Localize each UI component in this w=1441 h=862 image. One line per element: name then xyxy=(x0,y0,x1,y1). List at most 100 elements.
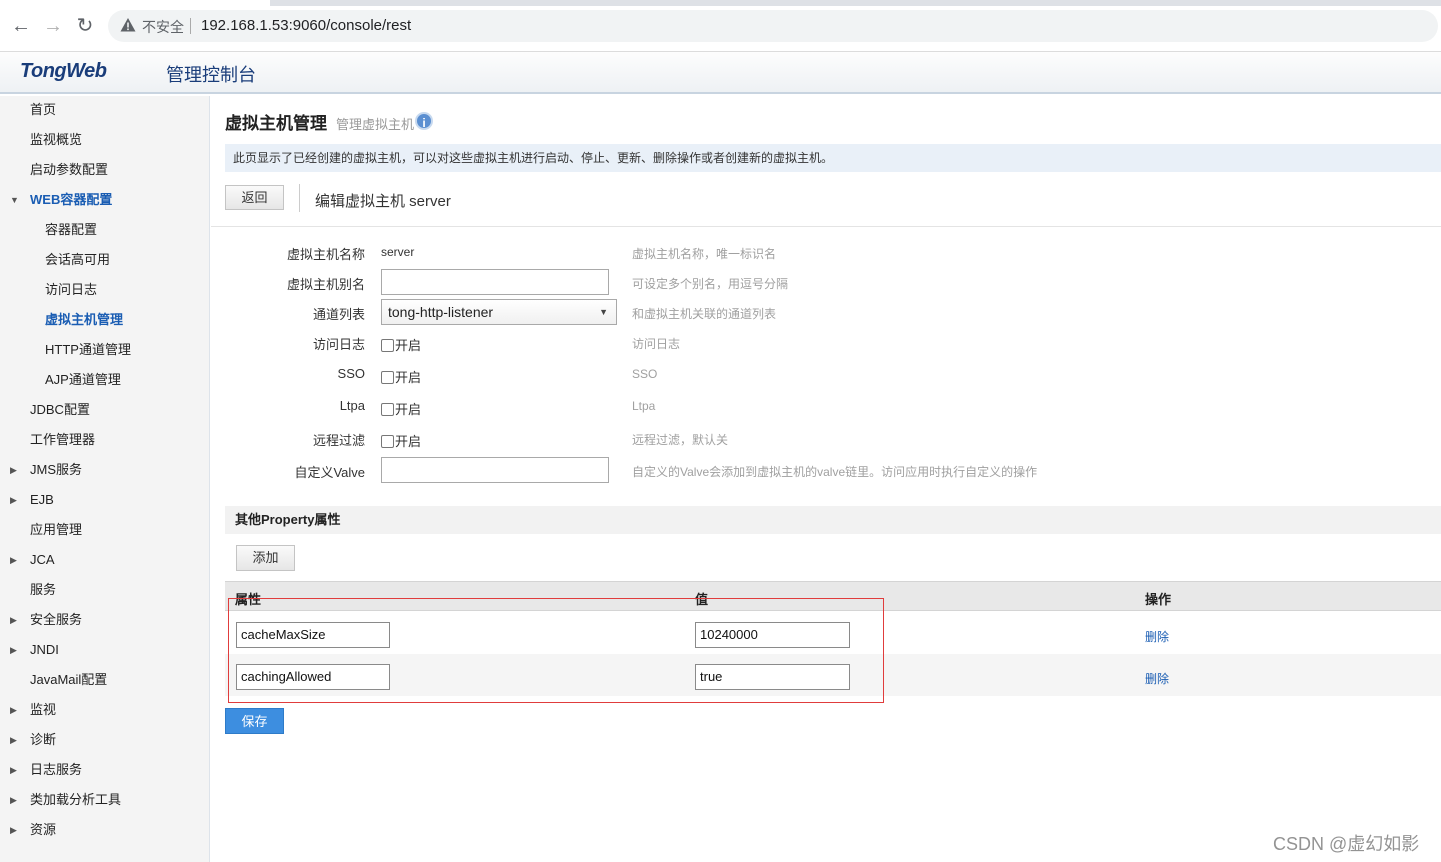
alias-input[interactable] xyxy=(381,269,609,295)
property-key-input[interactable]: cachingAllowed xyxy=(236,664,390,690)
collapse-arrow-icon[interactable]: ▶ xyxy=(10,786,17,814)
collapse-arrow-icon[interactable]: ▶ xyxy=(10,696,17,724)
property-table-header: 属性 值 操作 xyxy=(225,581,1441,611)
property-value-input[interactable]: true xyxy=(695,664,850,690)
sidebar-item[interactable]: ▶ JMS服务 xyxy=(0,456,209,484)
delete-link[interactable]: 删除 xyxy=(1145,628,1169,645)
accesslog-checkbox[interactable]: 开启 xyxy=(381,335,422,353)
sidebar-item[interactable]: 监视概览 xyxy=(0,126,209,154)
ltpa-checkbox[interactable]: 开启 xyxy=(381,399,422,417)
sidebar-item[interactable]: ▶ 日志服务 xyxy=(0,756,209,784)
sidebar-item[interactable]: AJP通道管理 xyxy=(0,366,209,394)
sidebar-item-label: 虚拟主机管理 xyxy=(45,312,124,327)
save-button[interactable]: 保存 xyxy=(225,708,284,734)
sidebar-item-label: 资源 xyxy=(30,822,57,837)
sidebar-item[interactable]: 首页 xyxy=(0,96,209,124)
sidebar-item[interactable]: 容器配置 xyxy=(0,216,209,244)
sidebar-item[interactable]: 服务 xyxy=(0,576,209,604)
add-property-button[interactable]: 添加 xyxy=(236,545,295,571)
accesslog-check-label: 开启 xyxy=(395,338,422,353)
sidebar-item-label: 工作管理器 xyxy=(30,432,96,447)
remote-filter-checkbox[interactable]: 开启 xyxy=(381,431,422,449)
collapse-arrow-icon[interactable]: ▶ xyxy=(10,816,17,844)
checkbox-box[interactable] xyxy=(381,339,394,352)
sidebar-item[interactable]: ▶ EJB xyxy=(0,486,209,514)
checkbox-box[interactable] xyxy=(381,403,394,416)
sidebar-item-label: AJP通道管理 xyxy=(45,372,121,387)
sidebar-item-label: 监视概览 xyxy=(30,132,83,147)
collapse-arrow-icon[interactable]: ▶ xyxy=(10,546,17,574)
page-description: 此页显示了已经创建的虚拟主机，可以对这些虚拟主机进行启动、停止、更新、删除操作或… xyxy=(225,144,1441,172)
sidebar-item[interactable]: ▶ 类加载分析工具 xyxy=(0,786,209,814)
collapse-arrow-icon[interactable]: ▶ xyxy=(10,606,17,634)
property-key-input[interactable]: cacheMaxSize xyxy=(236,622,390,648)
url-text[interactable]: 192.168.1.53:9060/console/rest xyxy=(201,17,411,34)
remote-filter-check-label: 开启 xyxy=(395,434,422,449)
remote-filter-label: 远程过滤 xyxy=(312,433,365,448)
ltpa-check-label: 开启 xyxy=(395,402,422,417)
channel-select[interactable]: tong-http-listener ▼ xyxy=(381,299,617,325)
sidebar-item-label: JavaMail配置 xyxy=(30,672,108,687)
sidebar-item-label: JNDI xyxy=(30,642,59,657)
page-title: 虚拟主机管理 xyxy=(225,114,327,133)
reload-icon[interactable]: ↻ xyxy=(73,14,97,38)
browser-toolbar: ← → ↻ 不安全 192.168.1.53:9060/console/rest xyxy=(0,0,1441,52)
sidebar-item-label: EJB xyxy=(30,492,54,507)
chevron-down-icon: ▼ xyxy=(599,307,608,317)
brand-logo: TongWeb xyxy=(20,60,107,82)
info-icon[interactable]: i xyxy=(415,112,433,130)
delete-link[interactable]: 删除 xyxy=(1145,670,1169,687)
sidebar-item[interactable]: 访问日志 xyxy=(0,276,209,304)
sidebar-item-label: 类加载分析工具 xyxy=(30,792,122,807)
back-button[interactable]: 返回 xyxy=(225,185,284,210)
sidebar-item-label: 监视 xyxy=(30,702,57,717)
property-value-input[interactable]: 10240000 xyxy=(695,622,850,648)
console-title: 管理控制台 xyxy=(166,65,256,85)
address-bar[interactable]: 不安全 192.168.1.53:9060/console/rest xyxy=(108,10,1438,42)
sidebar-item-label: WEB容器配置 xyxy=(30,192,113,207)
sidebar-item[interactable]: ▶ 监视 xyxy=(0,696,209,724)
page-subtitle: 管理虚拟主机 xyxy=(336,117,415,132)
sso-checkbox[interactable]: 开启 xyxy=(381,367,421,385)
sidebar-item[interactable]: JavaMail配置 xyxy=(0,666,209,694)
checkbox-box[interactable] xyxy=(381,371,394,384)
collapse-arrow-icon[interactable]: ▶ xyxy=(10,486,17,514)
table-row: cacheMaxSize 10240000 删除 xyxy=(225,612,1441,654)
collapse-arrow-icon[interactable]: ▶ xyxy=(10,636,17,664)
sidebar-item[interactable]: ▶ 安全服务 xyxy=(0,606,209,634)
sidebar-item-label: HTTP通道管理 xyxy=(45,342,131,357)
valve-input[interactable] xyxy=(381,457,609,483)
sidebar-item[interactable]: HTTP通道管理 xyxy=(0,336,209,364)
expand-arrow-icon[interactable]: ▼ xyxy=(10,186,19,214)
warning-icon xyxy=(120,18,136,32)
app-header: TongWeb 管理控制台 xyxy=(0,52,1441,94)
sidebar-item[interactable]: 启动参数配置 xyxy=(0,156,209,184)
sidebar-item[interactable]: 工作管理器 xyxy=(0,426,209,454)
watermark: CSDN @虚幻如影 xyxy=(1273,834,1420,854)
sidebar-item[interactable]: ▶ JNDI xyxy=(0,636,209,664)
table-row: cachingAllowed true 删除 xyxy=(225,654,1441,696)
sso-label: SSO xyxy=(337,366,365,381)
sidebar-item[interactable]: 应用管理 xyxy=(0,516,209,544)
valve-label: 自定义Valve xyxy=(294,465,365,480)
back-arrow-icon[interactable]: ← xyxy=(9,14,33,38)
checkbox-box[interactable] xyxy=(381,435,394,448)
sidebar-item[interactable]: 虚拟主机管理 xyxy=(0,306,209,334)
ltpa-label: Ltpa xyxy=(339,398,365,413)
col-attr-header: 属性 xyxy=(235,592,262,607)
sidebar-item[interactable]: ▼ WEB容器配置 xyxy=(0,186,209,214)
forward-arrow-icon[interactable]: → xyxy=(41,14,65,38)
insecure-label: 不安全 xyxy=(142,19,184,35)
remote-filter-hint: 远程过滤，默认关 xyxy=(632,433,729,447)
sidebar-item[interactable]: JDBC配置 xyxy=(0,396,209,424)
sidebar-nav: 首页监视概览启动参数配置 ▼ WEB容器配置容器配置 会话高可用 访问日志虚拟主机管理 H… xyxy=(0,96,210,862)
sidebar-item-label: 首页 xyxy=(30,102,57,117)
collapse-arrow-icon[interactable]: ▶ xyxy=(10,726,17,754)
sidebar-item[interactable]: ▶ 诊断 xyxy=(0,726,209,754)
tab-strip xyxy=(0,0,1441,6)
sidebar-item[interactable]: ▶ 资源 xyxy=(0,816,209,844)
sidebar-item[interactable]: 会话高可用 xyxy=(0,246,209,274)
sidebar-item[interactable]: ▶ JCA xyxy=(0,546,209,574)
collapse-arrow-icon[interactable]: ▶ xyxy=(10,756,17,784)
collapse-arrow-icon[interactable]: ▶ xyxy=(10,456,17,484)
